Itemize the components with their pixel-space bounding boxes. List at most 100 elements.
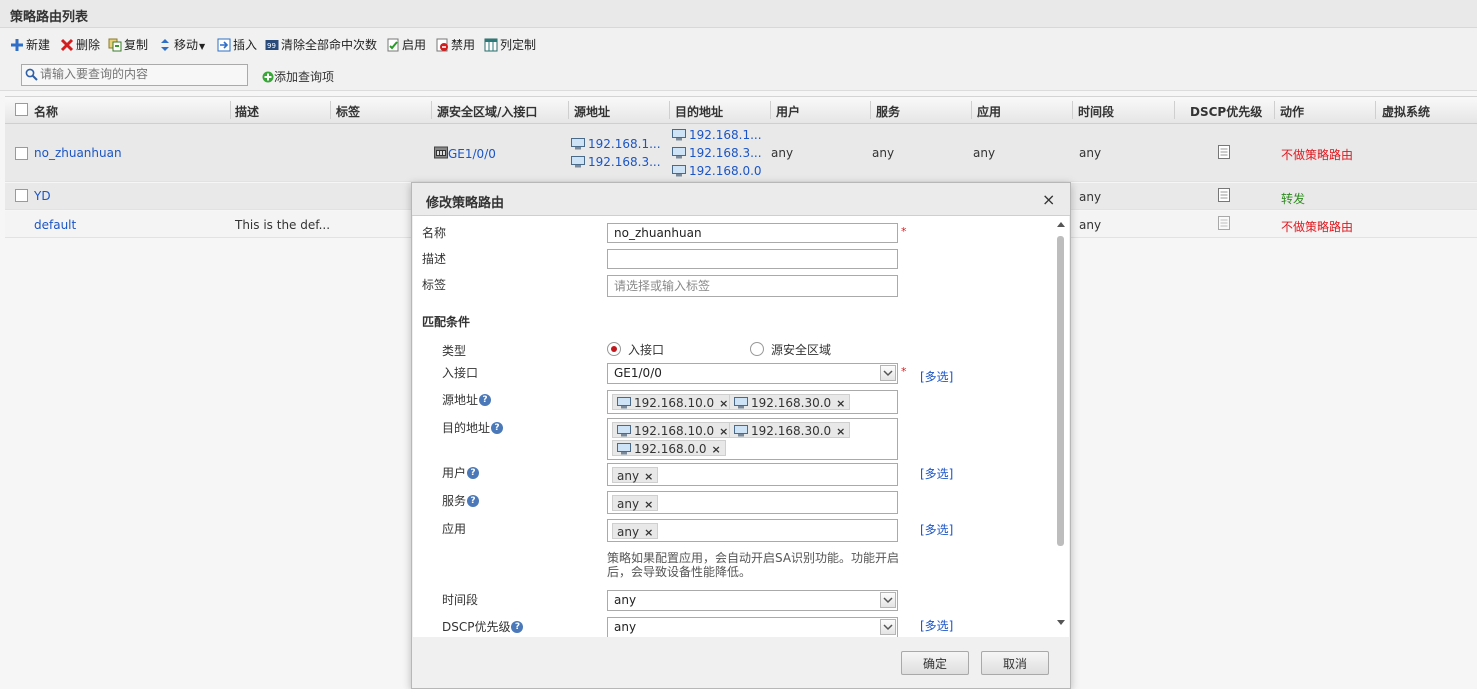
chevron-down-icon[interactable] [880, 619, 896, 635]
desc-input[interactable] [607, 249, 898, 269]
row-checkbox[interactable] [15, 147, 28, 160]
col-header-vsys[interactable]: 虚拟系统 [1382, 103, 1430, 120]
type-radio-zone[interactable] [750, 342, 764, 356]
dscp-multi-select-link[interactable]: [多选] [920, 617, 953, 634]
edit-policy-dialog: 修改策略路由 × 名称 * 描述 标签 匹配条件 类型 入接口 源安全区域 入接… [411, 182, 1071, 689]
toolbar: 新建 删除 复制 移动▼ 插入 99 清除全部命中次数 启用 禁用 列定制 [0, 28, 1477, 60]
tag-text: 192.168.30.0 [751, 424, 832, 438]
app-tagbox[interactable]: any × [607, 519, 898, 542]
col-header-app[interactable]: 应用 [977, 103, 1001, 120]
src-addr-tagbox[interactable]: 192.168.10.0 × 192.168.30.0 × [607, 390, 898, 414]
insert-button[interactable]: 插入 [217, 37, 257, 53]
table-row[interactable]: no_zhuanhuan GE1/0/0 192.168.1... 192.16… [5, 124, 1477, 182]
help-icon[interactable]: ? [479, 393, 492, 406]
move-button[interactable]: 移动▼ [158, 37, 205, 53]
delete-button[interactable]: 删除 [60, 37, 100, 53]
ok-button[interactable]: 确定 [901, 651, 969, 675]
add-query-button[interactable]: 添加查询项 [262, 68, 334, 85]
row-checkbox[interactable] [15, 189, 28, 202]
app-multi-select-link[interactable]: [多选] [920, 521, 953, 538]
time-select[interactable]: any [607, 590, 898, 611]
insert-label: 插入 [233, 38, 258, 52]
row-src-addr-2[interactable]: 192.168.3... [571, 155, 661, 169]
tag-text: 192.168.10.0 [634, 424, 715, 438]
enable-button[interactable]: 启用 [386, 37, 426, 53]
columns-icon [484, 38, 498, 51]
remove-tag-icon[interactable]: × [719, 425, 728, 438]
delete-label: 删除 [76, 38, 101, 52]
host-icon [672, 164, 686, 176]
row-dst-addr-1[interactable]: 192.168.1... [672, 128, 762, 142]
dst-addr-tagbox[interactable]: 192.168.10.0 × 192.168.30.0 × 192.168.0.0 × [607, 418, 898, 460]
row-dst-addr-2[interactable]: 192.168.3... [672, 146, 762, 160]
dscp-select[interactable]: any [607, 617, 898, 637]
dialog-scrollbar[interactable] [1053, 216, 1069, 637]
addr-text: 192.168.0.0 [689, 164, 762, 178]
remove-tag-icon[interactable]: × [644, 498, 653, 511]
name-input[interactable] [607, 223, 898, 243]
type-radio-interface-label[interactable]: 入接口 [628, 341, 664, 358]
col-header-service[interactable]: 服务 [876, 103, 900, 120]
help-icon[interactable]: ? [491, 421, 504, 434]
row-src-addr-1[interactable]: 192.168.1... [571, 137, 661, 151]
iface-multi-select-link[interactable]: [多选] [920, 368, 953, 385]
user-multi-select-link[interactable]: [多选] [920, 465, 953, 482]
col-header-user[interactable]: 用户 [776, 103, 800, 120]
new-button[interactable]: 新建 [10, 37, 50, 53]
col-header-dscp[interactable]: DSCP优先级 [1190, 103, 1262, 120]
remove-tag-icon[interactable]: × [644, 470, 653, 483]
dscp-detail-icon[interactable] [1218, 145, 1230, 159]
remove-tag-icon[interactable]: × [644, 526, 653, 539]
scroll-up-icon[interactable] [1056, 220, 1066, 228]
remove-tag-icon[interactable]: × [836, 397, 845, 410]
col-header-dst-addr[interactable]: 目的地址 [675, 103, 723, 120]
col-header-tag[interactable]: 标签 [336, 103, 360, 120]
type-radio-interface[interactable] [607, 342, 621, 356]
dialog-body: 名称 * 描述 标签 匹配条件 类型 入接口 源安全区域 入接口 GE1/0/0… [413, 216, 1069, 637]
disable-button[interactable]: 禁用 [435, 37, 475, 53]
service-tagbox[interactable]: any × [607, 491, 898, 514]
addr-text: 192.168.1... [689, 128, 762, 142]
row-dst-addr-3[interactable]: 192.168.0.0 [672, 164, 762, 178]
dst-addr-label: 目的地址? [442, 419, 504, 436]
host-icon [734, 396, 748, 408]
help-icon[interactable]: ? [467, 494, 480, 507]
scroll-down-icon[interactable] [1056, 619, 1066, 627]
dst-addr-tag: 192.168.0.0 × [612, 440, 726, 456]
enable-icon [387, 38, 399, 51]
user-tagbox[interactable]: any × [607, 463, 898, 486]
clear-hits-button[interactable]: 99 清除全部命中次数 [265, 37, 377, 53]
help-icon[interactable]: ? [467, 466, 480, 479]
col-header-desc[interactable]: 描述 [235, 103, 259, 120]
search-input[interactable] [40, 66, 240, 82]
row-src-zone: GE1/0/0 [434, 146, 496, 161]
col-header-src-zone[interactable]: 源安全区域/入接口 [437, 103, 537, 120]
close-icon[interactable]: × [1042, 190, 1055, 209]
row-name-link[interactable]: default [34, 218, 76, 232]
add-circle-icon [262, 71, 274, 82]
host-icon [672, 128, 686, 140]
type-radio-zone-label[interactable]: 源安全区域 [771, 341, 831, 358]
select-all-checkbox[interactable] [15, 103, 28, 116]
iface-select[interactable]: GE1/0/0 [607, 363, 898, 384]
row-name-link[interactable]: YD [34, 189, 51, 203]
cancel-button[interactable]: 取消 [981, 651, 1049, 675]
help-icon[interactable]: ? [511, 620, 524, 633]
col-header-name[interactable]: 名称 [34, 103, 58, 120]
row-name-link[interactable]: no_zhuanhuan [34, 146, 122, 160]
col-header-action[interactable]: 动作 [1280, 103, 1304, 120]
remove-tag-icon[interactable]: × [712, 443, 721, 456]
scrollbar-thumb[interactable] [1057, 236, 1064, 546]
tag-input[interactable] [607, 275, 898, 297]
remove-tag-icon[interactable]: × [719, 397, 728, 410]
dscp-detail-icon[interactable] [1218, 188, 1230, 202]
remove-tag-icon[interactable]: × [836, 425, 845, 438]
col-header-time[interactable]: 时间段 [1078, 103, 1114, 120]
svg-text:99: 99 [267, 42, 276, 50]
chevron-down-icon[interactable] [880, 365, 896, 381]
dscp-detail-icon[interactable] [1218, 216, 1230, 230]
col-header-src-addr[interactable]: 源地址 [574, 103, 610, 120]
copy-button[interactable]: 复制 [108, 37, 148, 53]
chevron-down-icon[interactable] [880, 592, 896, 608]
columns-button[interactable]: 列定制 [484, 37, 536, 53]
